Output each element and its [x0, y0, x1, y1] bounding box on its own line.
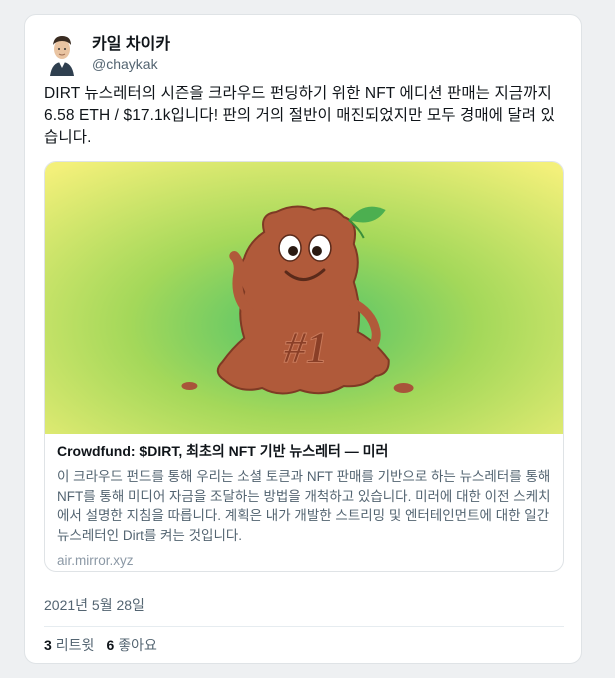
link-domain: air.mirror.xyz: [57, 553, 134, 568]
tweet-card: 카일 차이카 @chaykak DIRT 뉴스레터의 시즌을 크라우드 펀딩하기…: [24, 14, 582, 664]
likes-stat[interactable]: 6 좋아요: [106, 635, 156, 655]
retweets-count: 3: [44, 637, 52, 653]
avatar[interactable]: [44, 32, 80, 76]
likes-label: 좋아요: [118, 637, 157, 653]
tweet-stats: 3 리트윗 6 좋아요: [44, 635, 157, 655]
likes-count: 6: [106, 637, 115, 653]
tweet-text: DIRT 뉴스레터의 시즌을 크라우드 펀딩하기 위한 NFT 에디션 판매는 …: [44, 85, 555, 146]
user-handle[interactable]: @chaykak: [92, 55, 170, 73]
link-description: 이 크라우드 펀드를 통해 우리는 소셜 토큰과 NFT 판매를 기반으로 하는…: [57, 469, 551, 543]
link-preview-card[interactable]: #1 Crowdfund: $DIRT, 최초의 NFT 기반 뉴스레터 — 미…: [44, 161, 564, 572]
tweet-date[interactable]: 2021년 5월 28일: [44, 595, 145, 615]
display-name[interactable]: 카일 차이카: [92, 35, 170, 55]
retweets-label: 리트윗: [55, 637, 95, 653]
image-mark-text: #1: [283, 324, 328, 372]
retweets-stat[interactable]: 3 리트윗: [44, 635, 94, 655]
divider: [44, 626, 564, 627]
link-preview-image: #1: [45, 162, 563, 434]
link-title: Crowdfund: $DIRT, 최초의 NFT 기반 뉴스레터 — 미러: [57, 443, 389, 459]
tweet-header: 카일 차이카 @chaykak: [44, 32, 170, 76]
